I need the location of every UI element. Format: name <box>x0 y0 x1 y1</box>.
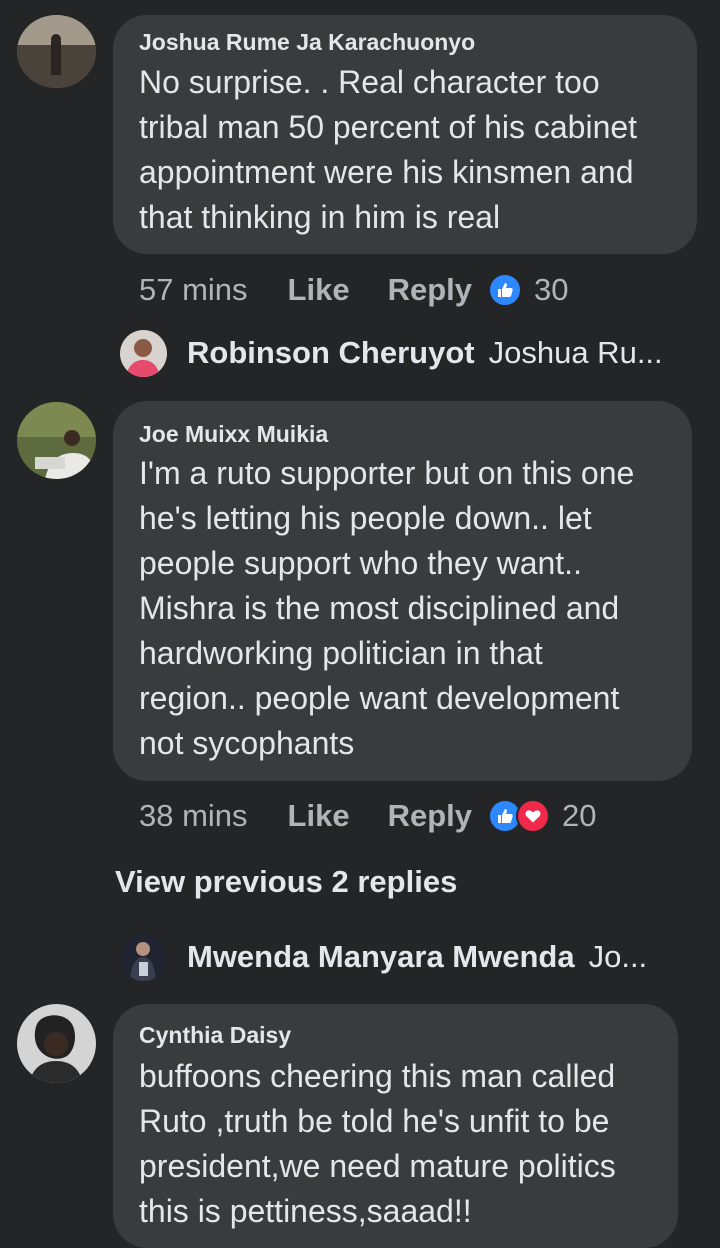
reply-preview[interactable]: Robinson Cheruyot Joshua Ru... <box>120 328 663 378</box>
comment-text: I'm a ruto supporter but on this one he'… <box>139 455 635 761</box>
like-button[interactable]: Like <box>288 272 350 308</box>
reply-preview-text: Jo... <box>588 939 648 974</box>
reply-avatar <box>120 933 167 981</box>
comment-bubble: Joe Muixx Muikia I'm a ruto supporter bu… <box>113 401 692 781</box>
reply-author: Mwenda Manyara Mwenda <box>187 939 575 974</box>
like-button[interactable]: Like <box>288 798 350 834</box>
comment-actions: 57 mins Like Reply 30 <box>139 270 568 310</box>
reaction-count: 30 <box>534 272 569 307</box>
reactions[interactable] <box>488 273 522 307</box>
reply-avatar <box>120 329 167 377</box>
reply-preview[interactable]: Mwenda Manyara Mwenda Jo... <box>120 932 647 982</box>
comment-actions: 38 mins Like Reply 20 <box>139 796 596 836</box>
comment-text: No surprise. . Real character too tribal… <box>139 64 638 235</box>
avatar[interactable] <box>17 15 96 88</box>
comment-bubble: Joshua Rume Ja Karachuonyo No surprise. … <box>113 15 697 254</box>
comment-time: 57 mins <box>139 272 248 307</box>
reply-author: Robinson Cheruyot <box>187 335 475 370</box>
reaction-count: 20 <box>562 798 597 833</box>
avatar[interactable] <box>17 1004 96 1083</box>
comment-text: buffoons cheering this man called Ruto ,… <box>139 1058 616 1229</box>
avatar[interactable] <box>17 402 96 479</box>
like-icon <box>488 273 522 307</box>
comment-time: 38 mins <box>139 798 248 833</box>
view-previous-replies-link[interactable]: View previous 2 replies <box>115 864 457 900</box>
comment-author[interactable]: Joshua Rume Ja Karachuonyo <box>139 29 475 56</box>
comment-bubble: Cynthia Daisy buffoons cheering this man… <box>113 1004 678 1248</box>
comment-author[interactable]: Cynthia Daisy <box>139 1022 291 1049</box>
reply-button[interactable]: Reply <box>388 272 472 308</box>
comment-author[interactable]: Joe Muixx Muikia <box>139 421 328 448</box>
reply-button[interactable]: Reply <box>388 798 472 834</box>
reactions[interactable] <box>488 799 550 833</box>
reply-preview-text: Joshua Ru... <box>488 335 663 370</box>
love-icon <box>516 799 550 833</box>
